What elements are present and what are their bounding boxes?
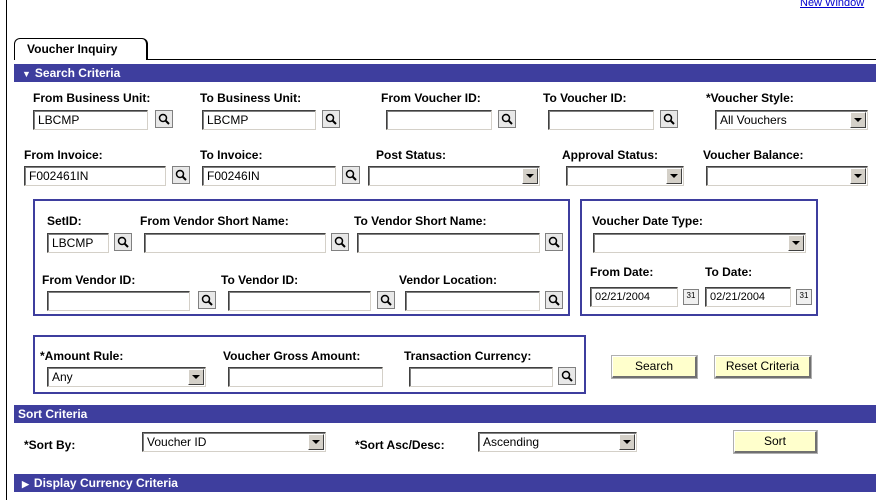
amount-rule-label: *Amount Rule: xyxy=(40,349,124,363)
setid-lookup-icon[interactable] xyxy=(114,233,132,251)
chevron-down-icon xyxy=(188,369,204,385)
chevron-down-icon xyxy=(666,168,682,184)
chevron-down-icon xyxy=(522,168,538,184)
from-vendor-short-name-input[interactable] xyxy=(144,233,326,253)
to-voucher-id-input[interactable] xyxy=(548,110,654,130)
to-vendor-short-name-label: To Vendor Short Name: xyxy=(354,214,487,228)
from-invoice-label: From Invoice: xyxy=(24,148,103,162)
transaction-currency-lookup-icon[interactable] xyxy=(558,367,576,385)
from-vendor-short-name-label: From Vendor Short Name: xyxy=(140,214,289,228)
from-vendor-short-name-lookup-icon[interactable] xyxy=(331,233,349,251)
chevron-down-icon xyxy=(788,235,804,251)
new-window-link[interactable]: New Window xyxy=(800,0,876,9)
display-currency-title: Display Currency Criteria xyxy=(33,476,178,490)
approval-status-label: Approval Status: xyxy=(562,148,659,162)
from-business-unit-lookup-icon[interactable] xyxy=(155,110,173,128)
amount-rule-value: Any xyxy=(52,370,73,384)
from-date-label: From Date: xyxy=(590,265,654,279)
voucher-style-value: All Vouchers xyxy=(720,113,787,127)
tab-baseline xyxy=(148,59,876,60)
triangle-right-icon: ▶ xyxy=(22,479,29,489)
vendor-location-input[interactable] xyxy=(405,291,540,311)
tab-label: Voucher Inquiry xyxy=(27,42,118,56)
setid-input[interactable]: LBCMP xyxy=(47,233,109,253)
voucher-style-select[interactable]: All Vouchers xyxy=(715,110,868,130)
voucher-date-type-select[interactable] xyxy=(593,233,806,253)
to-date-label: To Date: xyxy=(705,265,753,279)
reset-criteria-button[interactable]: Reset Criteria xyxy=(714,355,812,379)
from-voucher-id-lookup-icon[interactable] xyxy=(498,110,516,128)
to-voucher-id-lookup-icon[interactable] xyxy=(660,110,678,128)
post-status-label: Post Status: xyxy=(376,148,447,162)
chevron-down-icon xyxy=(850,112,866,128)
display-currency-header[interactable]: ▶ Display Currency Criteria xyxy=(14,474,876,492)
voucher-gross-amount-label: Voucher Gross Amount: xyxy=(223,349,361,363)
from-business-unit-label: From Business Unit: xyxy=(33,91,151,105)
transaction-currency-label: Transaction Currency: xyxy=(404,349,532,363)
to-date-calendar-icon[interactable]: 31 xyxy=(796,289,812,305)
to-vendor-short-name-input[interactable] xyxy=(357,233,540,253)
from-date-input[interactable]: 02/21/2004 xyxy=(590,287,678,307)
to-business-unit-input[interactable]: LBCMP xyxy=(202,110,316,130)
post-status-select[interactable] xyxy=(368,166,540,186)
transaction-currency-input[interactable] xyxy=(409,367,553,387)
to-invoice-label: To Invoice: xyxy=(200,148,263,162)
to-business-unit-label: To Business Unit: xyxy=(200,91,302,105)
tab-voucher-inquiry[interactable]: Voucher Inquiry xyxy=(14,38,148,60)
from-vendor-id-label: From Vendor ID: xyxy=(42,273,136,287)
to-vendor-id-lookup-icon[interactable] xyxy=(377,291,395,309)
from-invoice-lookup-icon[interactable] xyxy=(172,166,190,184)
chevron-down-icon xyxy=(308,434,324,450)
sort-criteria-header: Sort Criteria xyxy=(14,405,876,423)
voucher-balance-label: Voucher Balance: xyxy=(703,148,804,162)
voucher-gross-amount-input[interactable] xyxy=(228,367,383,387)
search-criteria-title: Search Criteria xyxy=(34,66,121,80)
sort-by-select[interactable]: Voucher ID xyxy=(142,432,326,452)
setid-label: SetID: xyxy=(47,214,82,228)
to-invoice-lookup-icon[interactable] xyxy=(342,166,360,184)
vendor-location-label: Vendor Location: xyxy=(399,273,498,287)
chevron-down-icon xyxy=(850,168,866,184)
to-invoice-input[interactable]: F00246IN xyxy=(202,166,336,186)
amount-rule-select[interactable]: Any xyxy=(47,367,206,387)
to-business-unit-lookup-icon[interactable] xyxy=(322,110,340,128)
voucher-date-type-label: Voucher Date Type: xyxy=(592,214,703,228)
sort-by-label: *Sort By: xyxy=(24,438,76,452)
to-voucher-id-label: To Voucher ID: xyxy=(543,91,627,105)
from-date-calendar-icon[interactable]: 31 xyxy=(683,289,699,305)
voucher-style-label: *Voucher Style: xyxy=(706,91,794,105)
to-vendor-id-input[interactable] xyxy=(228,291,371,311)
to-vendor-short-name-lookup-icon[interactable] xyxy=(545,233,563,251)
from-voucher-id-input[interactable] xyxy=(386,110,492,130)
from-voucher-id-label: From Voucher ID: xyxy=(381,91,481,105)
from-business-unit-input[interactable]: LBCMP xyxy=(33,110,148,130)
vendor-location-lookup-icon[interactable] xyxy=(545,291,563,309)
sort-order-select[interactable]: Ascending xyxy=(478,432,637,452)
chevron-down-icon xyxy=(619,434,635,450)
search-button[interactable]: Search xyxy=(611,355,698,379)
sort-order-value: Ascending xyxy=(483,435,540,449)
approval-status-select[interactable] xyxy=(566,166,684,186)
sort-by-value: Voucher ID xyxy=(147,435,207,449)
from-vendor-id-lookup-icon[interactable] xyxy=(198,291,216,309)
triangle-down-icon: ▼ xyxy=(22,69,31,79)
sort-order-label: *Sort Asc/Desc: xyxy=(355,438,445,452)
voucher-balance-select[interactable] xyxy=(706,166,868,186)
sort-criteria-title: Sort Criteria xyxy=(18,407,88,421)
from-vendor-id-input[interactable] xyxy=(47,291,190,311)
to-vendor-id-label: To Vendor ID: xyxy=(221,273,299,287)
search-criteria-header[interactable]: ▼ Search Criteria xyxy=(14,64,876,82)
to-date-input[interactable]: 02/21/2004 xyxy=(705,287,791,307)
sort-button[interactable]: Sort xyxy=(733,430,818,454)
from-invoice-input[interactable]: F002461IN xyxy=(24,166,166,186)
